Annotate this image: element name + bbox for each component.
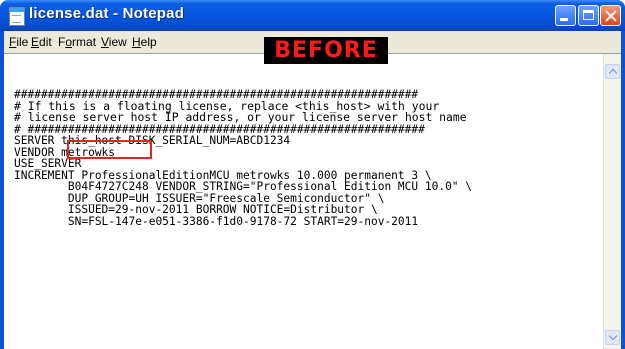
close-button[interactable] — [600, 5, 621, 26]
text-line: B04F4727C248 VENDOR_STRING="Professional… — [14, 180, 473, 193]
scroll-down-arrow-icon[interactable] — [605, 330, 620, 345]
menu-help[interactable]: Help — [132, 35, 157, 49]
maximize-button[interactable] — [578, 5, 599, 26]
title-bar[interactable]: license.dat - Notepad — [0, 0, 625, 31]
menu-format[interactable]: Format — [58, 35, 96, 49]
text-line: # license server host IP address, or you… — [14, 110, 467, 124]
before-annotation-badge: BEFORE — [264, 37, 388, 64]
notepad-app-icon[interactable] — [9, 7, 25, 26]
minimize-button[interactable] — [555, 5, 576, 26]
menu-file[interactable]: File — [9, 35, 28, 49]
menu-edit[interactable]: Edit — [31, 35, 52, 49]
text-line: ISSUED=29-nov-2011 BORROW NOTICE=Distrib… — [14, 203, 378, 216]
text-line: SN=FSL-147e-e051-3386-f1d0-9178-72 START… — [14, 214, 419, 228]
scroll-up-arrow-icon[interactable] — [605, 64, 620, 79]
window-title: license.dat - Notepad — [29, 5, 185, 22]
menu-view[interactable]: View — [101, 35, 127, 49]
text-line: USE_SERVER — [14, 157, 82, 170]
this-host-highlight-box — [67, 140, 152, 159]
vertical-scrollbar[interactable] — [603, 54, 621, 349]
